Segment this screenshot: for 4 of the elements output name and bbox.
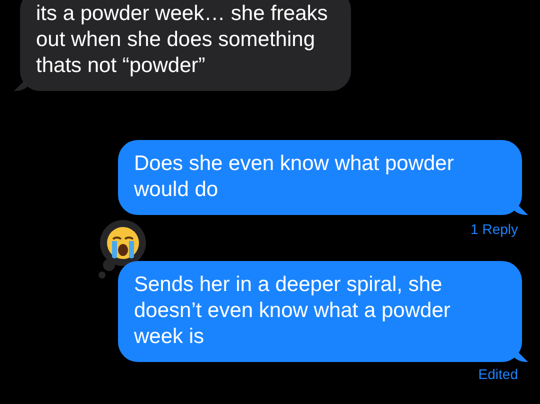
reply-count-link[interactable]: 1 Reply [470,221,518,237]
message-bubble[interactable]: Does she even know what powder would do [118,140,528,215]
edited-label: Edited [478,366,518,382]
message-bubble[interactable]: Sends her in a deeper spiral, she doesn’t even know what a powder week is [118,261,528,362]
